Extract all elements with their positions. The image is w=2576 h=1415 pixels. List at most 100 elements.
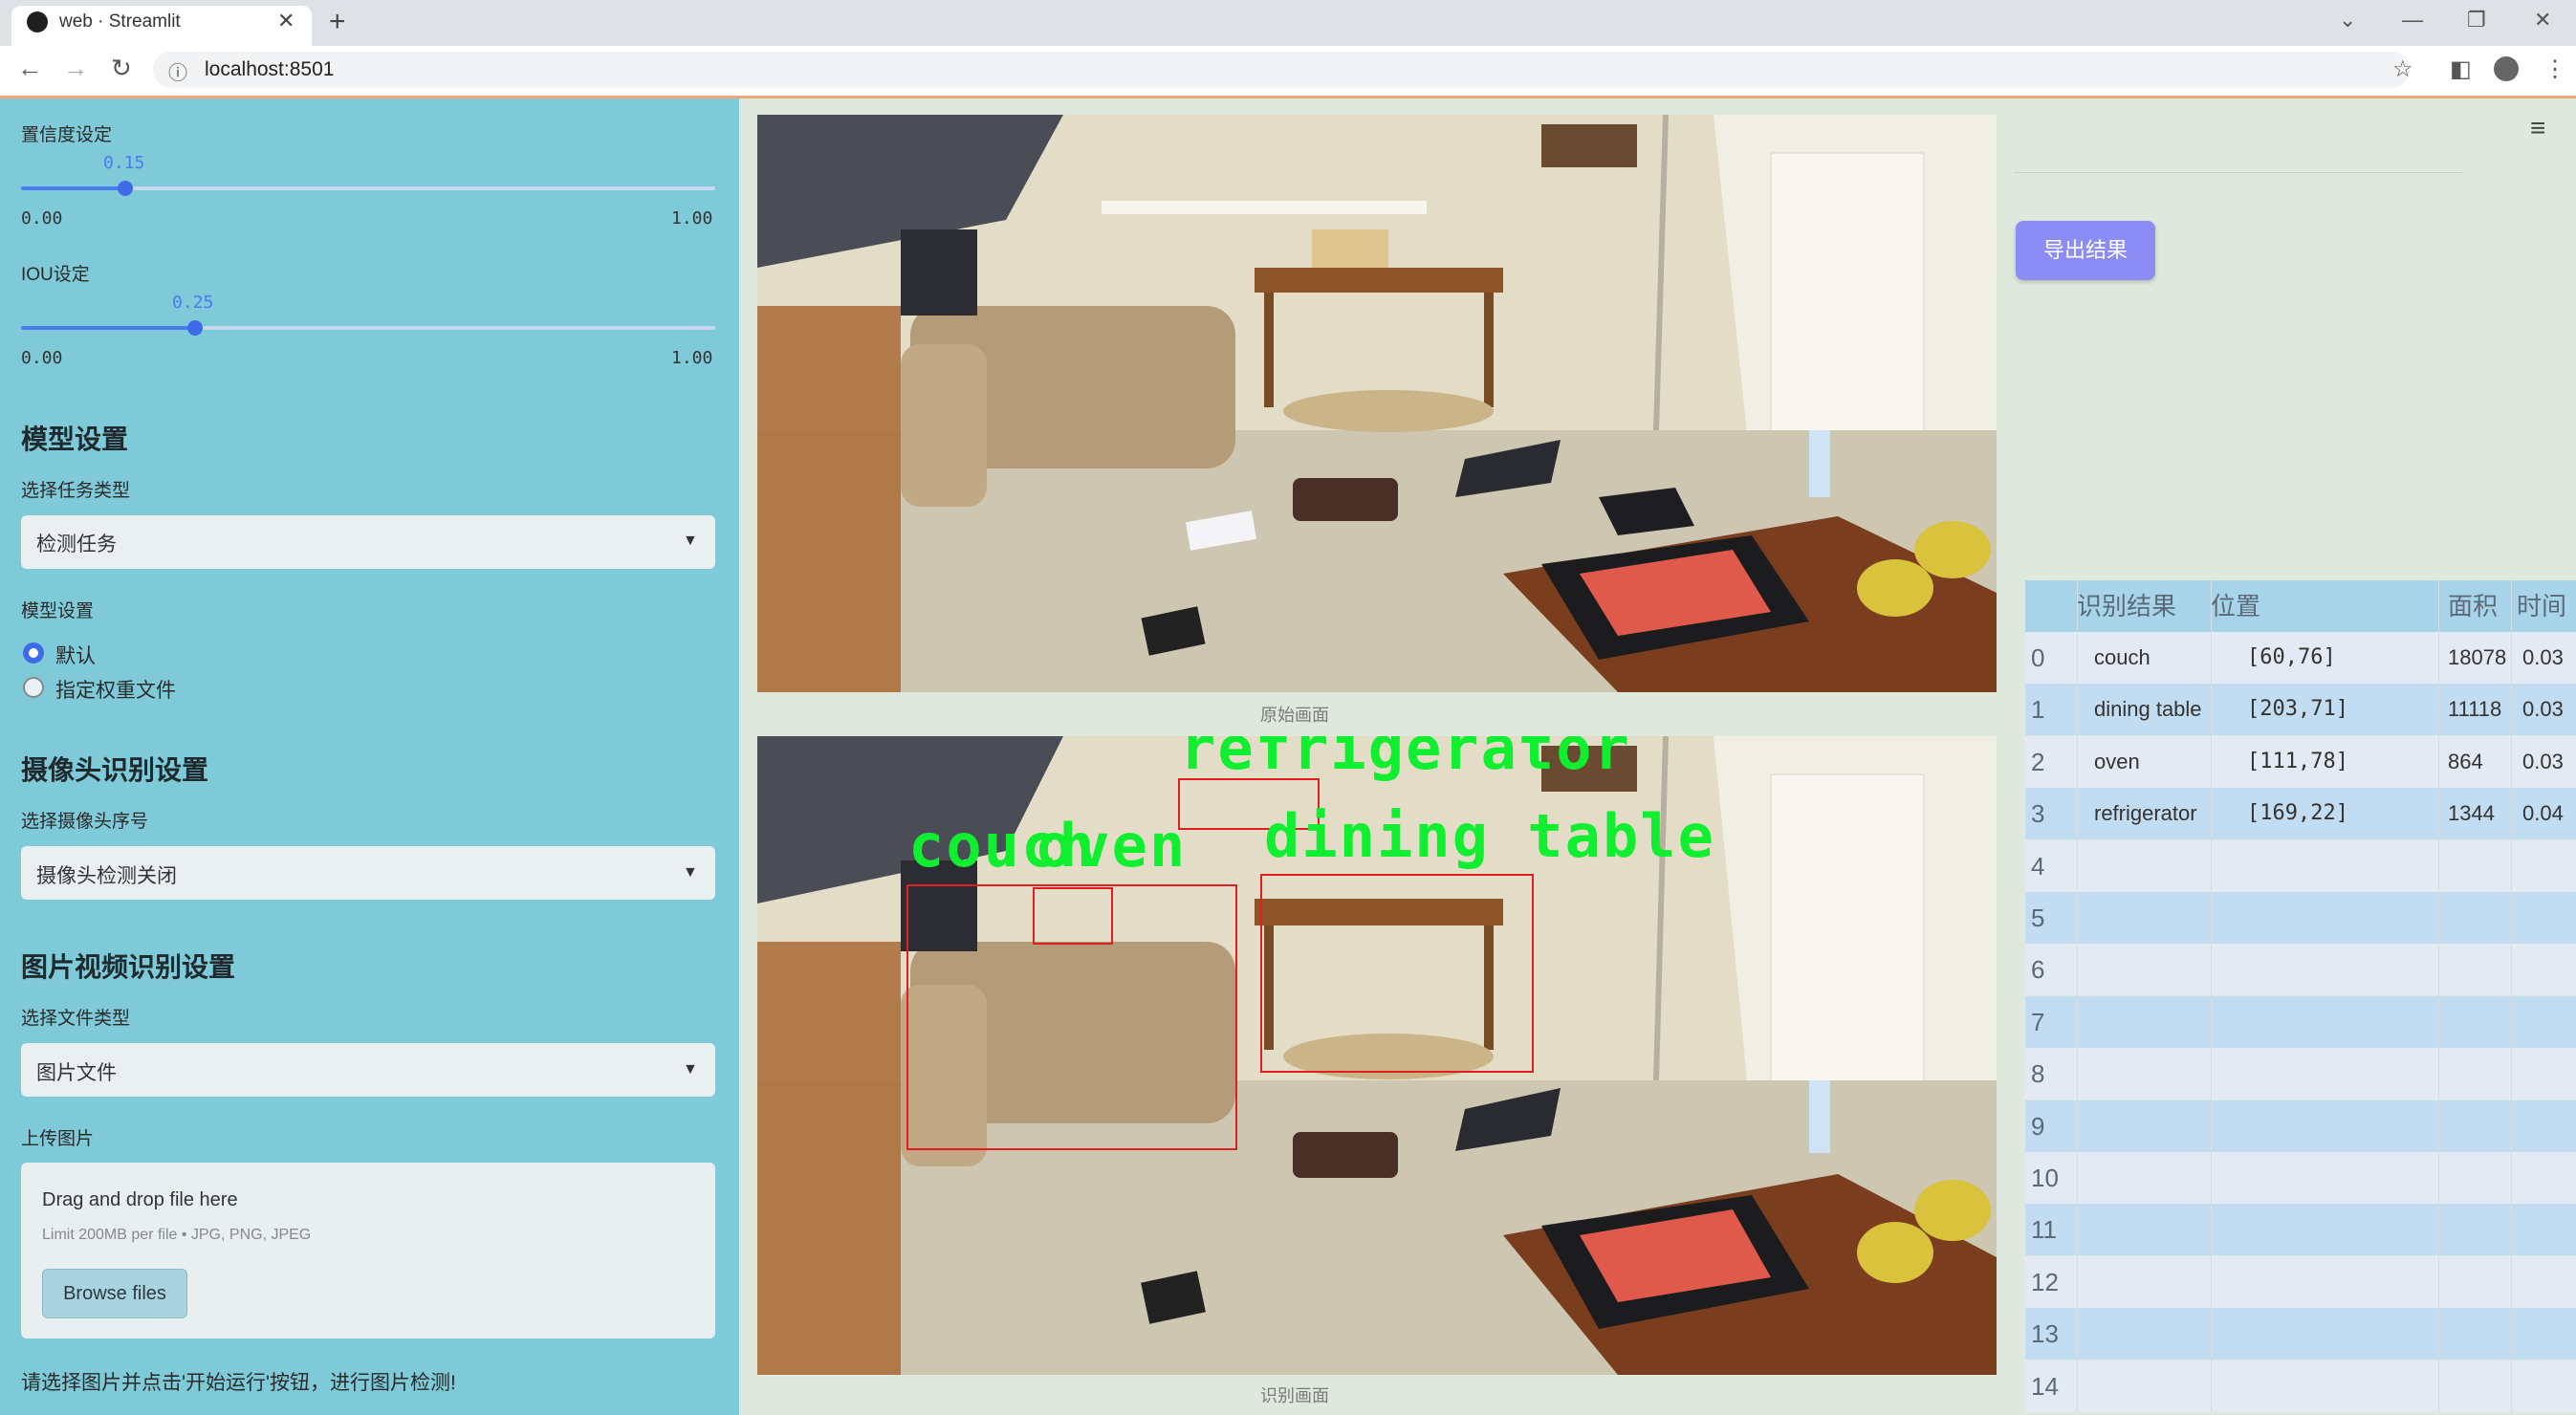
dropzone-title: Drag and drop file here [42,1189,238,1210]
browser-tab-bar [0,0,2576,46]
camera-index-value: 摄像头检测关闭 [36,865,177,887]
url-text[interactable]: localhost:8501 [205,58,334,81]
cell-time: 0.03 [2522,749,2564,773]
cell-position: [203,71] [2247,697,2348,722]
table-row: 14 [2025,1360,2576,1412]
window-close-icon[interactable]: ✕ [2534,8,2551,33]
table-row: 8 [2025,1048,2576,1100]
cell-position: [169,22] [2247,801,2348,826]
cell-area: 11118 [2448,697,2502,722]
site-info-icon[interactable]: ⓘ [168,57,187,85]
row-index: 0 [2031,643,2045,672]
column-divider [2077,580,2078,1412]
row-index: 2 [2031,747,2045,776]
confidence-slider-fill [21,186,125,190]
forward-icon[interactable]: → [63,54,88,83]
oven-bbox [1033,887,1113,945]
table-row: 13 [2025,1308,2576,1361]
row-index: 8 [2031,1059,2045,1089]
cell-time: 0.04 [2522,801,2564,826]
result-caption: 识别画面 [1260,1386,1329,1405]
table-row: 4 [2025,839,2576,892]
side-panel-icon[interactable]: ◧ [2450,55,2472,83]
hint-text: 请选择图片并点击'开始运行'按钮，进行图片检测! [21,1372,456,1394]
task-type-label: 选择任务类型 [21,481,131,501]
row-index: 3 [2031,799,2045,829]
table-row: 12 [2025,1255,2576,1308]
url-field[interactable] [153,52,2410,88]
refrigerator-detection-label: refrigerator [1180,736,1631,783]
row-index: 12 [2031,1267,2059,1296]
row-index: 10 [2031,1164,2059,1192]
confidence-min: 0.00 [21,208,63,229]
file-type-select[interactable] [21,1043,715,1097]
chevron-down-icon: ▼ [683,533,698,549]
streamlit-favicon-icon [27,11,48,33]
profile-avatar-icon[interactable] [2494,56,2519,81]
radio-custom-weights[interactable] [23,677,44,698]
camera-section-title: 摄像头识别设置 [21,755,209,785]
cell-result: refrigerator [2094,801,2197,826]
radio-custom-weights-label: 指定权重文件 [55,680,176,702]
iou-label: IOU设定 [21,265,90,285]
row-index: 5 [2031,903,2045,932]
divider [2014,172,2463,173]
model-section-title: 模型设置 [21,424,129,454]
table-row: 3 refrigerator [169,22] 1344 0.04 [2025,788,2576,840]
original-caption: 原始画面 [1260,706,1329,725]
tab-search-icon[interactable]: ⌄ [2339,8,2356,33]
iou-min: 0.00 [21,348,63,368]
cell-time: 0.03 [2522,645,2564,669]
table-row: 1 dining table [203,71] 11118 0.03 [2025,684,2576,736]
chevron-down-icon: ▼ [683,864,698,881]
cell-position: [60,76] [2247,645,2336,669]
confidence-label: 置信度设定 [21,125,113,145]
row-index: 4 [2031,851,2045,881]
table-row: 7 [2025,995,2576,1048]
table-row: 9 [2025,1099,2576,1152]
row-index: 7 [2031,1007,2045,1036]
minimize-icon[interactable]: — [2402,8,2423,33]
result-image: couch oven dining table refrigerator [757,736,1997,1375]
table-row: 11 [2025,1204,2576,1256]
cell-result: couch [2094,645,2150,669]
row-index: 1 [2031,695,2045,725]
chevron-down-icon: ▼ [683,1061,698,1078]
reload-icon[interactable]: ↻ [111,54,132,83]
browse-files-button[interactable]: Browse files [42,1269,187,1318]
media-section-title: 图片视频识别设置 [21,952,236,982]
upload-label: 上传图片 [21,1129,95,1149]
iou-slider-thumb[interactable] [186,320,203,336]
header-area: 面积 [2448,592,2499,620]
column-divider [2438,580,2439,1412]
table-row: 2 oven [111,78] 864 0.03 [2025,735,2576,788]
cell-area: 18078 [2448,645,2507,669]
iou-max: 1.00 [671,348,713,368]
confidence-slider-thumb[interactable] [117,181,133,196]
cell-time: 0.03 [2522,697,2564,722]
confidence-max: 1.00 [671,208,713,229]
cell-position: [111,78] [2247,749,2348,773]
task-type-value: 检测任务 [36,533,117,555]
task-type-select[interactable] [21,515,715,569]
file-type-label: 选择文件类型 [21,1009,131,1029]
file-type-value: 图片文件 [36,1062,117,1084]
cell-result: oven [2094,749,2140,773]
dining-table-bbox [1260,874,1534,1073]
radio-default[interactable] [23,642,44,664]
export-results-button[interactable]: 导出结果 [2016,221,2155,280]
header-result: 识别结果 [2077,592,2177,620]
bookmark-star-icon[interactable]: ☆ [2392,55,2413,83]
confidence-value: 0.15 [103,153,145,173]
hamburger-menu-icon[interactable]: ≡ [2530,113,2545,143]
tab-close-icon[interactable]: ✕ [277,9,295,33]
model-setting-label: 模型设置 [21,601,95,621]
browser-menu-icon[interactable]: ⋮ [2543,55,2566,83]
table-row: 6 [2025,944,2576,996]
row-index: 11 [2031,1215,2057,1245]
restore-icon[interactable]: ❐ [2467,8,2486,33]
header-position: 位置 [2211,592,2261,620]
table-header: 识别结果 位置 面积 时间 [2025,580,2576,632]
new-tab-icon[interactable]: + [329,6,346,38]
back-icon[interactable]: ← [17,54,42,83]
